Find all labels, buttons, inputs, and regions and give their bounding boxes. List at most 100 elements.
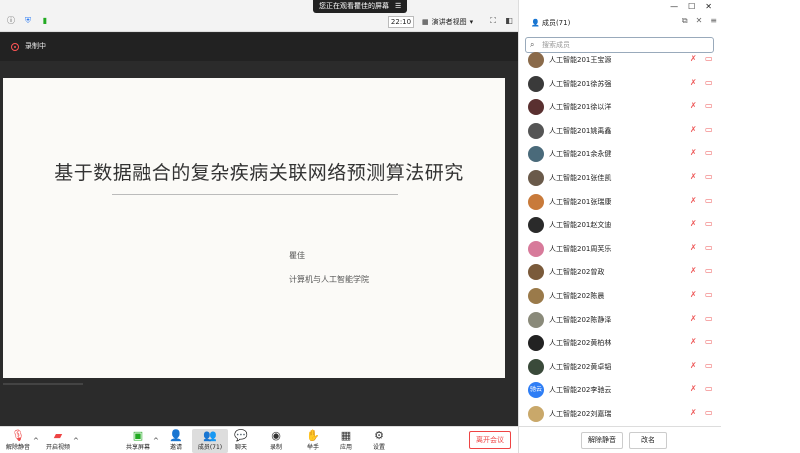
camera-off-icon[interactable]: ▭ [705, 266, 713, 275]
invite-label: 邀请 [169, 444, 182, 451]
unmute-all-button[interactable]: 解除静音 [581, 432, 623, 449]
list-item[interactable]: 人工智能202黄柏林 ✗ ▭ [519, 331, 721, 355]
list-item[interactable]: 人工智能201王宝源 ✗ ▭ [519, 52, 721, 72]
member-name: 人工智能202陈静泽 [549, 315, 612, 324]
camera-off-icon[interactable]: ▭ [705, 243, 713, 252]
share-screen-label: 共享屏幕 [125, 444, 150, 451]
list-item[interactable]: 人工智能202刘嘉瑞 ✗ ▭ [519, 402, 721, 426]
list-item[interactable]: 人工智能201张佳凯 ✗ ▭ [519, 166, 721, 190]
grid-icon: ▦ [422, 18, 429, 26]
record-icon [11, 43, 19, 51]
list-item[interactable]: 人工智能201周芙乐 ✗ ▭ [519, 237, 721, 261]
mic-muted-icon[interactable]: ✗ [690, 101, 697, 110]
raise-hand-button[interactable]: ✋ 举手 [295, 429, 331, 453]
mic-muted-icon[interactable]: ✗ [690, 78, 697, 87]
mic-muted-icon[interactable]: ✗ [690, 172, 697, 181]
sidebar-toggle-icon[interactable]: ◧ [504, 16, 514, 26]
mic-muted-icon[interactable]: ✗ [690, 148, 697, 157]
camera-off-icon[interactable]: ▭ [705, 172, 713, 181]
list-item[interactable]: 人工智能202陈静泽 ✗ ▭ [519, 308, 721, 332]
camera-off-icon[interactable]: ▭ [705, 54, 713, 63]
shield-icon[interactable]: ⛨ [23, 16, 33, 26]
camera-off-icon[interactable]: ▭ [705, 196, 713, 205]
chevron-up-icon[interactable]: ^ [33, 437, 39, 445]
members-list[interactable]: 人工智能201王宝源 ✗ ▭ 人工智能201徐苏强 ✗ ▭ 人工智能201徐以洋 ✗ ▭ 人工智能… [519, 52, 721, 426]
info-icon[interactable]: ⓘ [6, 16, 16, 26]
view-mode-button[interactable]: ▦ 演讲者视图 ▾ [422, 16, 473, 28]
camera-off-icon[interactable]: ▭ [705, 337, 713, 346]
list-item[interactable]: 人工智能201徐以洋 ✗ ▭ [519, 95, 721, 119]
participants-label: 成员(71) [197, 444, 223, 451]
mic-muted-icon[interactable]: ✗ [690, 290, 697, 299]
shared-slide: 基于数据融合的复杂疾病关联网络预测算法研究 瞿佳 计算机与人工智能学院 [3, 78, 505, 378]
camera-off-icon[interactable]: ▭ [705, 125, 713, 134]
camera-off-icon[interactable]: ▭ [705, 384, 713, 393]
camera-off-icon[interactable]: ▭ [705, 101, 713, 110]
camera-off-icon[interactable]: ▭ [705, 219, 713, 228]
rename-button[interactable]: 改名 [629, 432, 667, 449]
camera-off-icon[interactable]: ▭ [705, 290, 713, 299]
mic-muted-icon[interactable]: ✗ [690, 54, 697, 63]
avatar [528, 52, 544, 68]
mic-muted-icon[interactable]: ✗ [690, 361, 697, 370]
list-item[interactable]: 人工智能202曾政 ✗ ▭ [519, 260, 721, 284]
popout-icon[interactable]: ⧉ [682, 16, 688, 26]
settings-button[interactable]: ⚙ 设置 [361, 429, 397, 453]
mic-muted-icon[interactable]: ✗ [690, 196, 697, 205]
camera-off-icon[interactable]: ▭ [705, 78, 713, 87]
apps-button[interactable]: ▦ 应用 [328, 429, 364, 453]
mic-muted-icon[interactable]: ✗ [690, 243, 697, 252]
list-item[interactable]: 人工智能201张瑞康 ✗ ▭ [519, 190, 721, 214]
list-item[interactable]: 人工智能201赵文迪 ✗ ▭ [519, 213, 721, 237]
panel-footer: 解除静音 改名 [519, 426, 721, 453]
mic-muted-icon[interactable]: ✗ [690, 314, 697, 323]
camera-off-icon[interactable]: ▭ [705, 361, 713, 370]
share-banner-text: 您正在观看瞿佳的屏幕 [319, 2, 389, 10]
camera-off-icon[interactable]: ▭ [705, 148, 713, 157]
list-item[interactable]: 驰云 人工智能202李驰云 ✗ ▭ [519, 378, 721, 402]
unmute-button[interactable]: 🎙 解除静音 [0, 429, 36, 453]
menu-icon[interactable]: ☰ [395, 0, 401, 13]
signal-icon[interactable]: ▮ [40, 16, 50, 26]
list-item[interactable]: 人工智能202陈晨 ✗ ▭ [519, 284, 721, 308]
participants-panel: — ☐ ✕ 👤 成员(71) ⧉ ✕ ≡ ⌕ 搜索成员 人工智能201王宝源 ✗ ▭… [518, 0, 721, 453]
mic-muted-icon[interactable]: ✗ [690, 408, 697, 417]
close-panel-icon[interactable]: ✕ [696, 16, 703, 26]
avatar [528, 264, 544, 281]
participants-title-text: 成员(71) [541, 19, 571, 27]
camera-off-icon[interactable]: ▭ [705, 408, 713, 417]
camera-off-icon[interactable]: ▭ [705, 314, 713, 323]
maximize-icon[interactable]: ☐ [688, 2, 695, 11]
mic-muted-icon[interactable]: ✗ [690, 337, 697, 346]
mic-muted-icon[interactable]: ✗ [690, 384, 697, 393]
chat-button[interactable]: 💬 聊天 [223, 429, 259, 453]
mic-muted-icon[interactable]: ✗ [690, 219, 697, 228]
minimize-icon[interactable]: — [670, 2, 678, 11]
member-name: 人工智能201姚禹鑫 [549, 126, 612, 135]
participants-header: 👤 成员(71) ⧉ ✕ ≡ [519, 16, 721, 30]
start-video-button[interactable]: ▰ 开启视频 [40, 429, 76, 453]
fullscreen-icon[interactable]: ⛶ [488, 16, 498, 26]
more-icon[interactable]: ≡ [710, 16, 717, 26]
avatar [528, 146, 544, 163]
slide-divider [112, 194, 398, 195]
raise-hand-label: 举手 [306, 444, 319, 451]
search-members-input[interactable]: ⌕ 搜索成员 [525, 37, 714, 53]
close-icon[interactable]: ✕ [705, 2, 712, 11]
avatar [528, 122, 544, 139]
invite-button[interactable]: 👤 邀请 [158, 429, 194, 453]
list-item[interactable]: 人工智能201姚禹鑫 ✗ ▭ [519, 119, 721, 143]
mic-muted-icon[interactable]: ✗ [690, 266, 697, 275]
avatar [528, 406, 544, 422]
chevron-up-icon[interactable]: ^ [73, 437, 79, 445]
list-item[interactable]: 人工智能201徐苏强 ✗ ▭ [519, 72, 721, 96]
member-name: 人工智能202陈晨 [549, 292, 605, 300]
mic-muted-icon[interactable]: ✗ [690, 125, 697, 134]
list-item[interactable]: 人工智能202黄卓韬 ✗ ▭ [519, 355, 721, 379]
leave-meeting-button[interactable]: 离开会议 [469, 431, 511, 449]
share-banner[interactable]: 您正在观看瞿佳的屏幕 ☰ [313, 0, 408, 13]
list-item[interactable]: 人工智能201余永健 ✗ ▭ [519, 142, 721, 166]
record-button[interactable]: ◉ 录制 [258, 429, 294, 453]
share-screen-button[interactable]: ▣ 共享屏幕 [120, 429, 156, 453]
avatar [528, 358, 544, 375]
